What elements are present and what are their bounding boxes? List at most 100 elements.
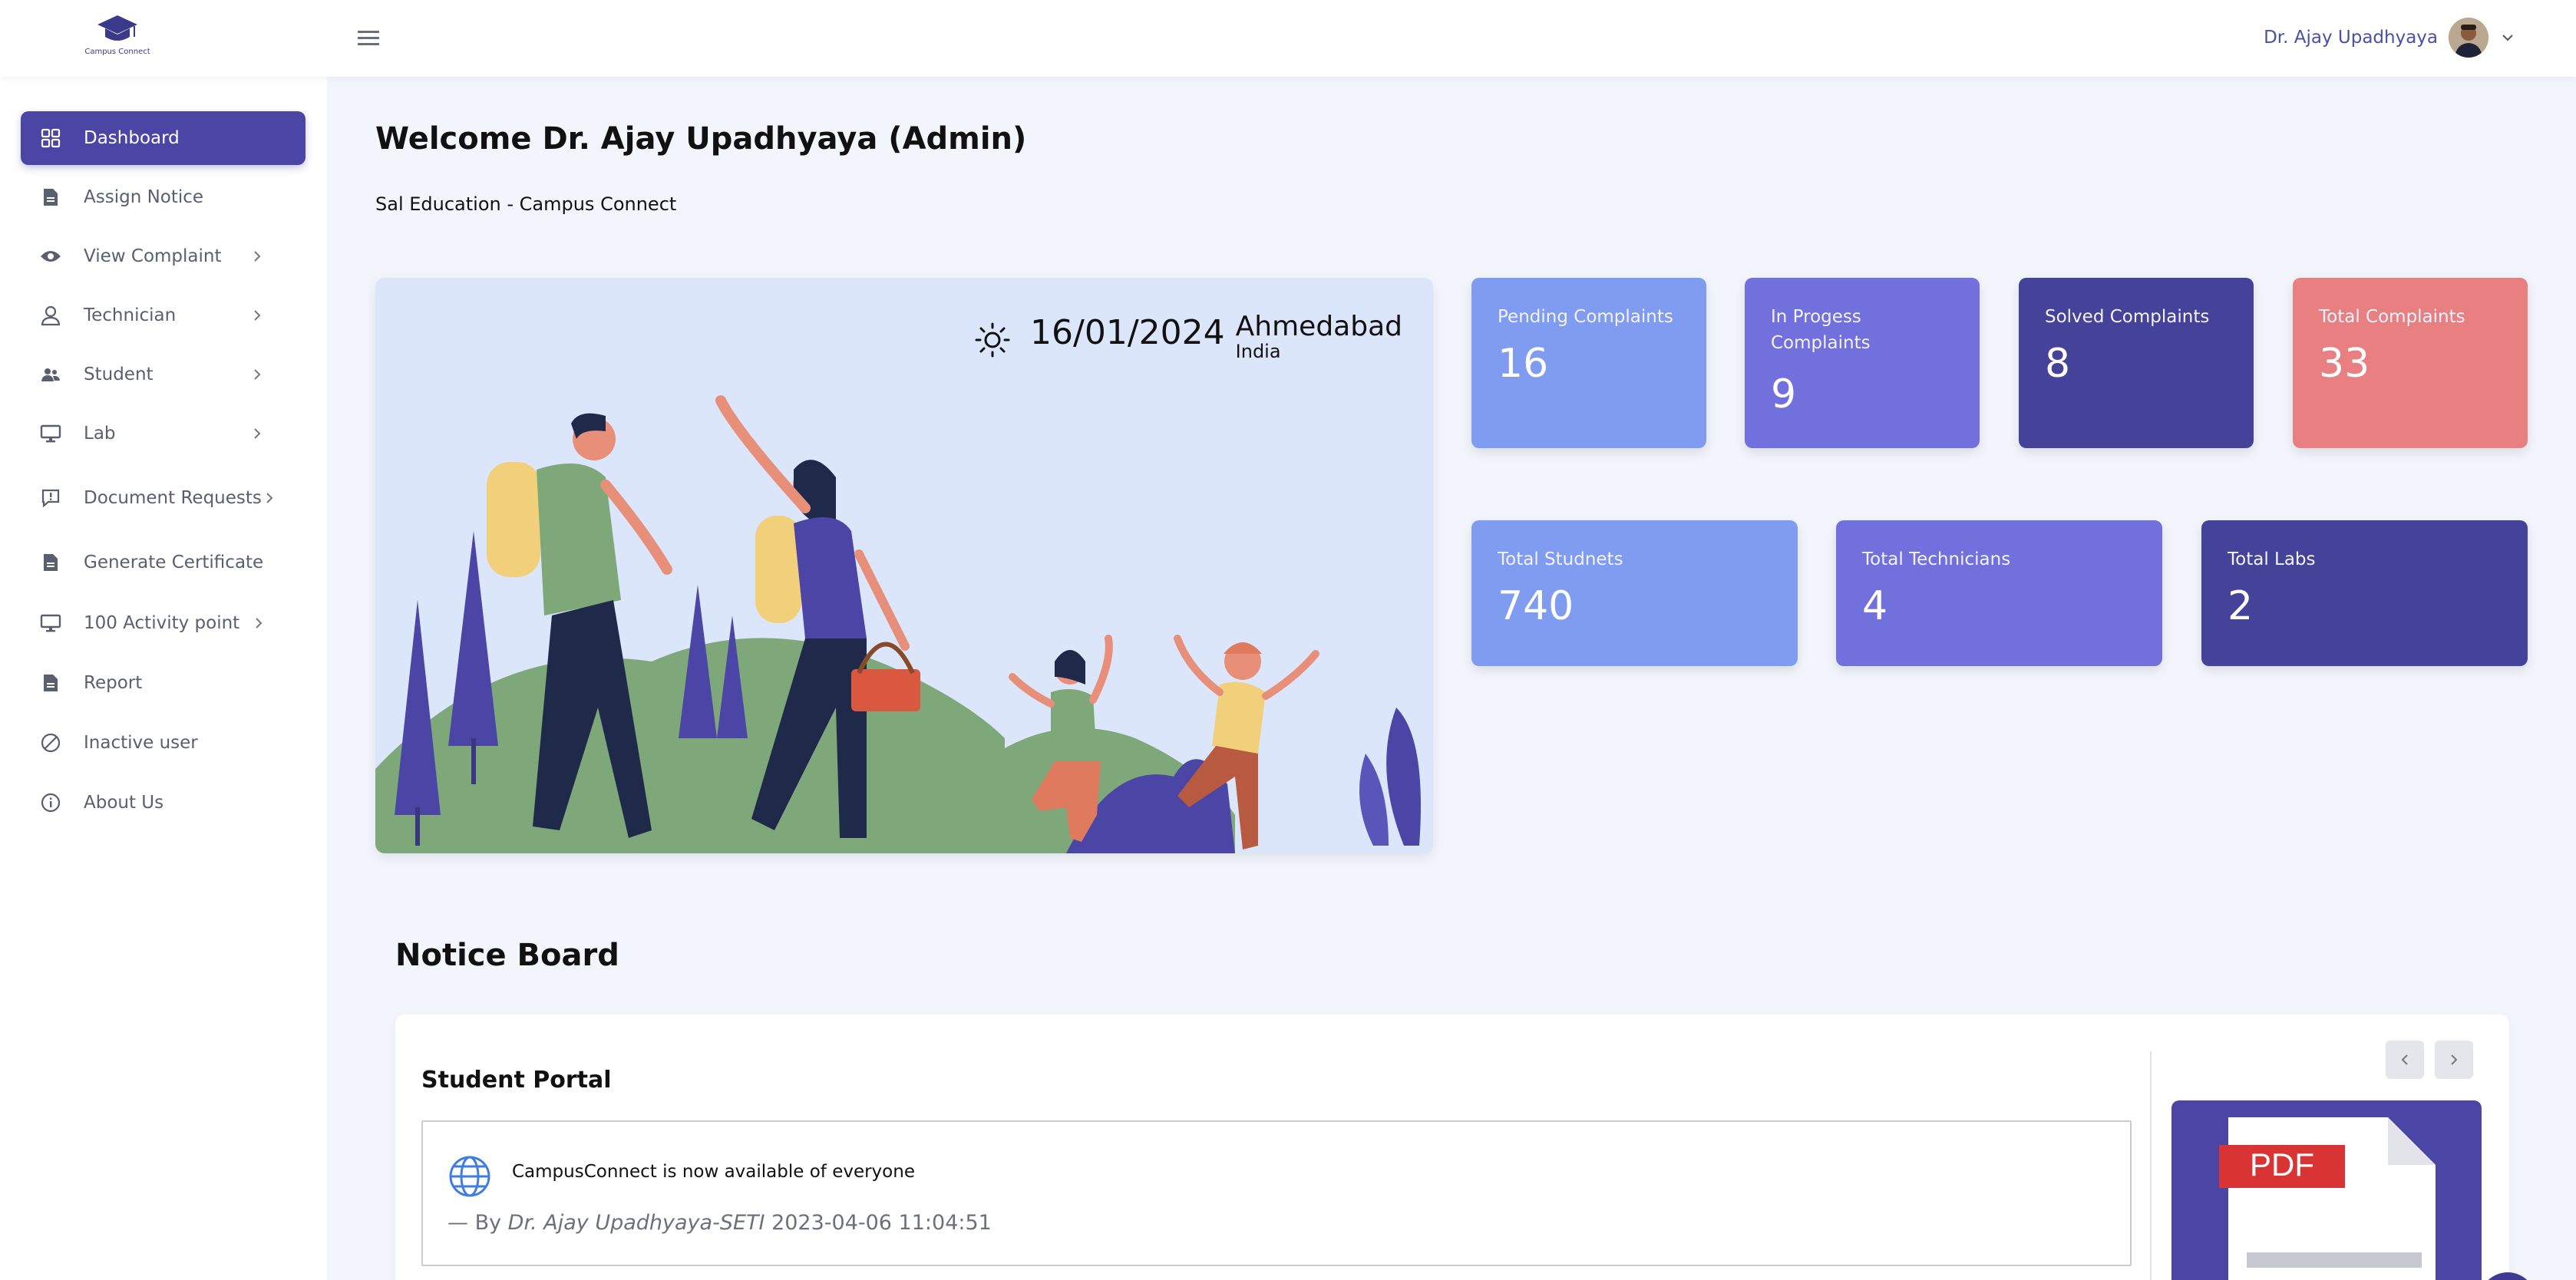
sidebar-item-technician[interactable]: Technician: [21, 289, 305, 342]
notice-item[interactable]: CampusConnect is now available of everyo…: [421, 1120, 2132, 1266]
users-icon: [39, 363, 62, 386]
notice-meta-prefix: — By: [447, 1211, 508, 1235]
sidebar-item-lab[interactable]: Lab: [21, 407, 305, 460]
stat-card-in-progress-complaints[interactable]: In Progess Complaints 9: [1745, 278, 1980, 448]
top-header: Campus Connect Dr. Ajay Upadhyaya: [0, 0, 2576, 77]
chevron-right-icon: [2451, 1054, 2458, 1065]
family-hiking-illustration: [375, 395, 1421, 853]
sidebar-item-generate-certificate[interactable]: Generate Certificate: [21, 536, 305, 589]
stat-label: Total Labs: [2228, 549, 2316, 569]
sidebar-item-assign-notice[interactable]: Assign Notice: [21, 170, 305, 224]
info-icon: [39, 791, 62, 814]
chevron-right-icon: [256, 618, 263, 628]
stat-label: Pending Complaints: [1498, 307, 1673, 327]
sidebar-item-label: Assign Notice: [84, 187, 204, 207]
stat-card-total-labs[interactable]: Total Labs 2: [2201, 520, 2528, 666]
stat-label: Solved Complaints: [2045, 307, 2210, 327]
globe-icon: [449, 1156, 490, 1197]
notice-author: Dr. Ajay Upadhyaya-SETI: [507, 1211, 765, 1235]
notice-timestamp: 2023-04-06 11:04:51: [765, 1211, 992, 1235]
stat-value: 4: [1862, 583, 1888, 629]
notice-meta: — By Dr. Ajay Upadhyaya-SETI 2023-04-06 …: [447, 1211, 992, 1235]
sidebar-item-student[interactable]: Student: [21, 348, 305, 401]
notice-text: CampusConnect is now available of everyo…: [512, 1162, 915, 1182]
prev-button[interactable]: [2386, 1041, 2424, 1079]
user-menu[interactable]: Dr. Ajay Upadhyaya: [2264, 17, 2516, 58]
grid-icon: [39, 127, 62, 150]
notice-board: Student Portal CampusConnect is now avai…: [395, 1014, 2509, 1280]
chevron-right-icon: [254, 251, 261, 262]
stat-card-total-students[interactable]: Total Studnets 740: [1471, 520, 1798, 666]
sidebar-item-view-complaint[interactable]: View Complaint: [21, 229, 305, 283]
chevron-right-icon: [254, 428, 261, 439]
monitor-icon: [39, 612, 62, 635]
chevron-right-icon: [254, 310, 261, 321]
sidebar-item-label: Report: [84, 673, 143, 693]
chevron-down-icon: [2502, 35, 2513, 41]
sun-icon: [975, 322, 1010, 358]
eye-icon: [39, 245, 62, 268]
notice-board-title: Notice Board: [395, 938, 619, 973]
app-logo[interactable]: Campus Connect: [83, 14, 152, 61]
sidebar-item-label: Dashboard: [84, 128, 180, 148]
chevron-right-icon: [266, 493, 273, 503]
stat-card-solved-complaints[interactable]: Solved Complaints 8: [2019, 278, 2254, 448]
stat-card-total-technicians[interactable]: Total Technicians 4: [1836, 520, 2162, 666]
pdf-attachment-card[interactable]: PDF: [2171, 1100, 2482, 1280]
document-icon: [39, 186, 62, 209]
document-icon: [39, 671, 62, 694]
stat-label: Total Complaints: [2319, 307, 2465, 327]
weather-widget: 16/01/2024 Ahmedabad India: [973, 312, 1402, 361]
stat-value: 9: [1771, 371, 1797, 417]
stat-value: 740: [1498, 583, 1574, 629]
chevron-left-icon: [2401, 1054, 2408, 1065]
sidebar-item-label: About Us: [84, 793, 164, 813]
sidebar-item-inactive-user[interactable]: Inactive user: [21, 716, 305, 770]
logo-text: Campus Connect: [84, 48, 150, 56]
sidebar-item-about-us[interactable]: About Us: [21, 776, 305, 830]
sidebar-item-label: Student: [84, 365, 154, 384]
page-subtitle: Sal Education - Campus Connect: [375, 193, 677, 215]
stat-card-pending-complaints[interactable]: Pending Complaints 16: [1471, 278, 1706, 448]
stat-label: Total Studnets: [1498, 549, 1623, 569]
menu-toggle-button[interactable]: [355, 26, 382, 49]
document-icon: [39, 551, 62, 574]
chevron-right-icon: [254, 369, 261, 380]
stat-value: 2: [2228, 583, 2254, 629]
ban-icon: [39, 731, 62, 754]
weather-hero-card: 16/01/2024 Ahmedabad India: [375, 278, 1433, 853]
sidebar-item-label: View Complaint: [84, 246, 222, 266]
divider: [2150, 1051, 2152, 1280]
stat-value: 33: [2319, 341, 2370, 387]
sidebar-item-dashboard[interactable]: Dashboard: [21, 111, 305, 165]
sidebar-item-label: Technician: [84, 305, 177, 325]
hamburger-icon: [358, 31, 379, 45]
sidebar-item-report[interactable]: Report: [21, 656, 305, 710]
stat-value: 16: [1498, 341, 1549, 387]
user-icon: [39, 304, 62, 327]
sidebar: Dashboard Assign Notice View Complaint T…: [0, 77, 327, 1280]
sidebar-item-label: Generate Certificate: [84, 553, 264, 572]
sidebar-item-document-requests[interactable]: Document Requests: [21, 471, 305, 525]
stat-label: In Progess Complaints: [1771, 307, 1871, 353]
sidebar-item-label: Inactive user: [84, 733, 198, 753]
monitor-icon: [39, 422, 62, 445]
notice-portal-title: Student Portal: [421, 1067, 612, 1094]
weather-location: Ahmedabad India: [1236, 312, 1402, 361]
page-title: Welcome Dr. Ajay Upadhyaya (Admin): [375, 121, 1027, 157]
graduation-cap-icon: [97, 15, 137, 41]
next-button[interactable]: [2435, 1041, 2473, 1079]
avatar: [2449, 18, 2488, 58]
sidebar-item-label: Document Requests: [84, 488, 262, 508]
sidebar-item-activity-point[interactable]: 100 Activity point: [21, 596, 305, 650]
pdf-label: PDF: [2250, 1146, 2314, 1183]
stat-value: 8: [2045, 341, 2071, 387]
weather-date: 16/01/2024: [1030, 313, 1225, 352]
sidebar-item-label: 100 Activity point: [84, 613, 240, 633]
sidebar-item-label: Lab: [84, 424, 116, 444]
pdf-file-icon: PDF: [2219, 1117, 2436, 1280]
chat-alert-icon: [39, 487, 62, 510]
weather-city: Ahmedabad: [1235, 311, 1402, 342]
stat-card-total-complaints[interactable]: Total Complaints 33: [2293, 278, 2528, 448]
weather-country: India: [1235, 341, 1281, 362]
